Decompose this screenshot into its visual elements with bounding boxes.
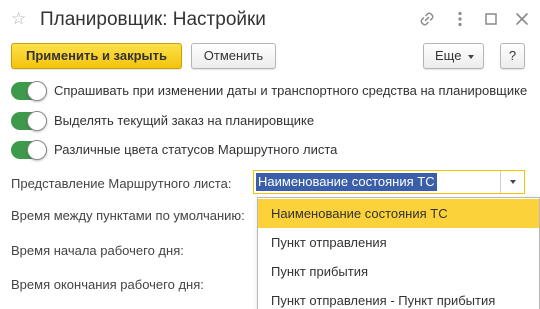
work-start-label: Время начала рабочего дня:: [11, 243, 184, 258]
toggle-label: Спрашивать при изменении даты и транспор…: [54, 83, 528, 98]
title-bar: ☆ Планировщик: Настройки: [0, 0, 540, 40]
page-title: Планировщик: Настройки: [40, 9, 266, 30]
route-sheet-label: Представление Маршрутного листа:: [11, 176, 232, 191]
toolbar: Применить и закрыть Отменить Еще ?: [0, 41, 540, 71]
cancel-button[interactable]: Отменить: [191, 43, 276, 69]
interval-label: Время между пунктами по умолчанию:: [11, 208, 245, 223]
toggle-row: Различные цвета статусов Маршрутного лис…: [11, 140, 531, 160]
more-button-label: Еще: [435, 48, 462, 63]
chevron-down-icon: [509, 180, 516, 184]
link-icon[interactable]: [418, 10, 436, 28]
help-button[interactable]: ?: [500, 43, 525, 69]
toggle-ask-date-vehicle[interactable]: [11, 81, 47, 101]
dropdown-option[interactable]: Пункт отправления - Пункт прибытия: [258, 286, 539, 309]
apply-close-button[interactable]: Применить и закрыть: [11, 43, 182, 69]
dropdown-option[interactable]: Наименование состояния ТС: [258, 199, 539, 228]
close-icon[interactable]: [513, 10, 531, 28]
more-button[interactable]: Еще: [423, 43, 484, 69]
chevron-down-icon: [468, 55, 474, 59]
toggle-status-colors[interactable]: [11, 140, 47, 160]
route-sheet-value[interactable]: Наименование состояния ТС: [256, 173, 437, 191]
route-sheet-select[interactable]: Наименование состояния ТС: [253, 170, 525, 194]
dropdown-option[interactable]: Пункт прибытия: [258, 257, 539, 286]
toggle-row: Выделять текущий заказ на планировщике: [11, 111, 531, 131]
toggle-knob: [27, 81, 47, 101]
work-end-label: Время окончания рабочего дня:: [11, 277, 204, 292]
toggle-label: Выделять текущий заказ на планировщике: [54, 113, 315, 128]
toggle-label: Различные цвета статусов Маршрутного лис…: [54, 142, 338, 157]
maximize-icon[interactable]: [482, 10, 500, 28]
more-vertical-icon[interactable]: [451, 10, 469, 28]
toggle-knob: [27, 140, 47, 160]
toggle-knob: [27, 111, 47, 131]
star-icon[interactable]: ☆: [11, 8, 26, 30]
toggle-row: Спрашивать при изменении даты и транспор…: [11, 81, 531, 101]
route-sheet-dropdown-list: Наименование состояния ТС Пункт отправле…: [257, 197, 540, 309]
dropdown-option[interactable]: Пункт отправления: [258, 228, 539, 257]
toggle-highlight-order[interactable]: [11, 111, 47, 131]
dropdown-toggle-button[interactable]: [500, 171, 524, 193]
